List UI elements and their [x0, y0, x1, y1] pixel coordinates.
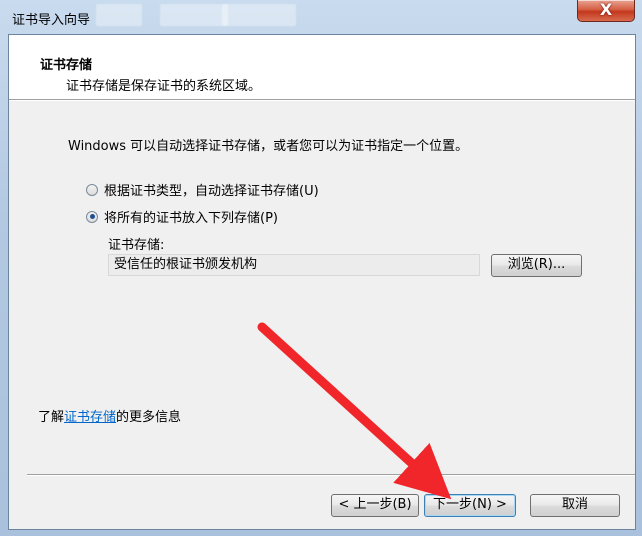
close-icon: X: [599, 0, 613, 19]
more-info-suffix: 的更多信息: [116, 410, 182, 425]
radio-label[interactable]: 根据证书类型，自动选择证书存储(U): [104, 180, 319, 199]
store-field: 受信任的根证书颁发机构: [108, 254, 480, 276]
dialog-window: 证书导入向导 X 证书存储 证书存储是保存证书的系统区域。 Windows 可以…: [0, 0, 642, 536]
store-help-link[interactable]: 证书存储: [64, 410, 116, 425]
wizard-header: 证书存储 证书存储是保存证书的系统区域。: [9, 35, 635, 100]
more-info-text: 了解证书存储的更多信息: [38, 406, 181, 425]
footer-divider: [27, 474, 635, 476]
radio-button-icon[interactable]: [86, 183, 98, 196]
cancel-button[interactable]: 取消: [530, 494, 620, 517]
back-button[interactable]: < 上一步(B): [331, 494, 419, 517]
window-title: 证书导入向导: [12, 13, 91, 28]
radio-button-checked-icon[interactable]: [86, 210, 98, 223]
background-window-ghost: [96, 4, 142, 26]
more-info-prefix: 了解: [38, 410, 65, 425]
page-title: 证书存储: [40, 58, 93, 73]
description-text: Windows 可以自动选择证书存储，或者您可以为证书指定一个位置。: [68, 139, 469, 154]
header-divider: [9, 100, 635, 101]
next-button[interactable]: 下一步(N) >: [424, 494, 516, 517]
background-window-ghost: [160, 4, 228, 26]
title-bar[interactable]: 证书导入向导 X: [0, 0, 642, 34]
store-field-label: 证书存储:: [108, 238, 165, 253]
close-button[interactable]: X: [577, 0, 635, 22]
radio-place-all[interactable]: 将所有的证书放入下列存储(P): [86, 207, 278, 226]
radio-label[interactable]: 将所有的证书放入下列存储(P): [104, 207, 278, 226]
dialog-client-area: 证书存储 证书存储是保存证书的系统区域。 Windows 可以自动选择证书存储，…: [8, 34, 636, 530]
background-window-ghost: [222, 4, 296, 26]
browse-button[interactable]: 浏览(R)...: [491, 254, 582, 277]
page-subtitle: 证书存储是保存证书的系统区域。: [66, 79, 262, 94]
radio-auto-select[interactable]: 根据证书类型，自动选择证书存储(U): [86, 180, 319, 199]
